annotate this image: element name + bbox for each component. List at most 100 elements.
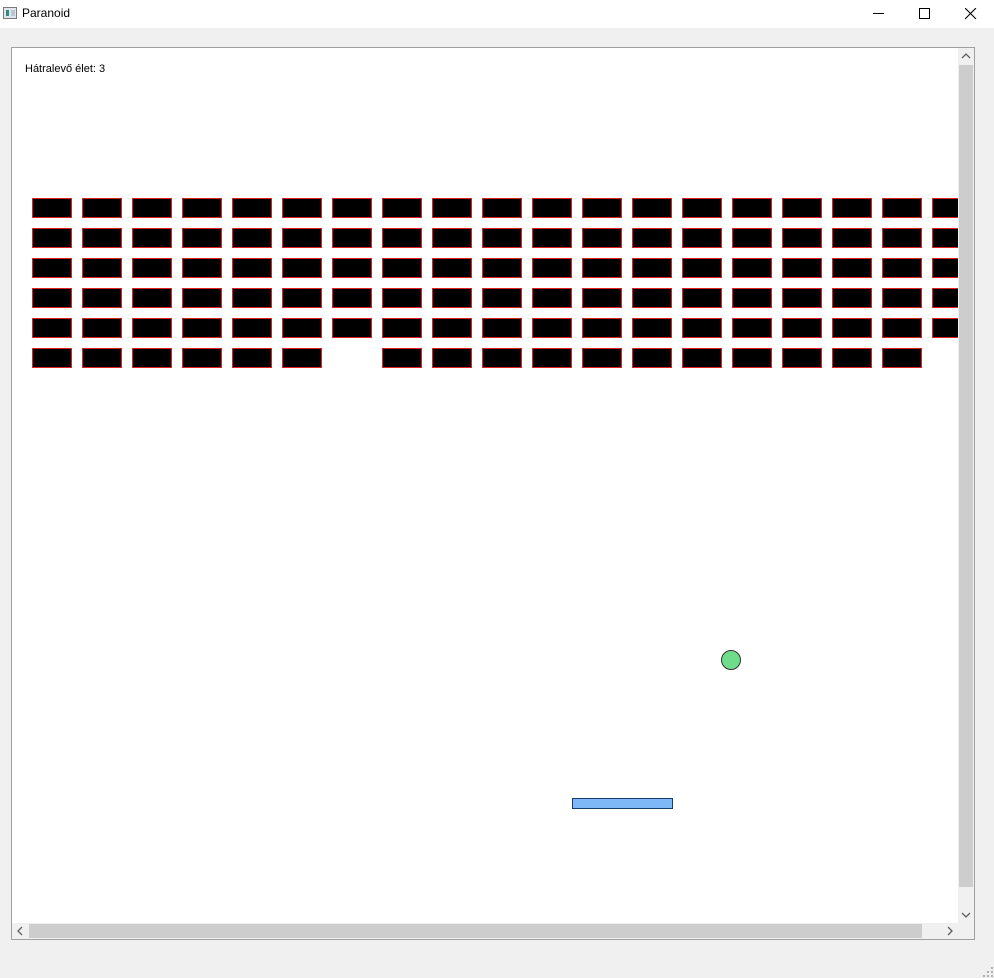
brick — [32, 348, 72, 368]
brick — [182, 228, 222, 248]
brick — [232, 288, 272, 308]
chevron-down-icon — [961, 912, 971, 918]
brick — [232, 228, 272, 248]
brick — [182, 288, 222, 308]
title-bar[interactable]: Paranoid — [0, 0, 994, 28]
brick — [682, 348, 722, 368]
chevron-right-icon — [947, 926, 953, 936]
brick — [832, 228, 872, 248]
close-icon — [965, 8, 977, 20]
brick — [432, 318, 472, 338]
scroll-up-button[interactable] — [958, 48, 974, 64]
brick — [382, 348, 422, 368]
brick — [82, 288, 122, 308]
brick — [282, 288, 322, 308]
minimize-button[interactable] — [856, 0, 902, 28]
brick — [132, 258, 172, 278]
game-viewport[interactable]: Hátralevő élet: 3 — [11, 47, 975, 940]
brick — [82, 228, 122, 248]
horizontal-scrollbar[interactable] — [12, 923, 958, 939]
brick — [32, 258, 72, 278]
brick — [332, 258, 372, 278]
brick — [732, 198, 772, 218]
brick — [382, 258, 422, 278]
brick — [332, 288, 372, 308]
brick — [432, 258, 472, 278]
brick — [932, 258, 958, 278]
brick — [932, 318, 958, 338]
brick — [532, 198, 572, 218]
brick — [32, 318, 72, 338]
brick — [382, 228, 422, 248]
brick — [932, 198, 958, 218]
brick — [482, 258, 522, 278]
brick — [682, 258, 722, 278]
chevron-up-icon — [961, 53, 971, 59]
brick — [582, 258, 622, 278]
close-button[interactable] — [948, 0, 994, 28]
scrollbar-corner — [958, 923, 974, 939]
horizontal-scroll-thumb[interactable] — [29, 924, 922, 938]
maximize-icon — [919, 8, 930, 19]
brick — [832, 318, 872, 338]
paddle[interactable] — [572, 798, 673, 809]
brick — [232, 258, 272, 278]
brick — [282, 348, 322, 368]
app-icon — [3, 7, 17, 19]
brick — [582, 288, 622, 308]
brick — [82, 198, 122, 218]
brick — [532, 318, 572, 338]
brick — [932, 288, 958, 308]
brick — [182, 348, 222, 368]
brick — [332, 228, 372, 248]
brick — [182, 258, 222, 278]
brick — [682, 288, 722, 308]
brick — [882, 198, 922, 218]
brick — [882, 318, 922, 338]
resize-grip-icon[interactable] — [982, 966, 994, 978]
scroll-down-button[interactable] — [958, 907, 974, 923]
brick — [732, 348, 772, 368]
brick — [682, 318, 722, 338]
brick — [232, 348, 272, 368]
brick — [82, 258, 122, 278]
scroll-right-button[interactable] — [942, 923, 958, 939]
game-area[interactable]: Hátralevő élet: 3 — [12, 48, 958, 923]
vertical-scroll-thumb[interactable] — [959, 65, 973, 887]
brick — [832, 198, 872, 218]
brick — [732, 228, 772, 248]
brick — [782, 258, 822, 278]
maximize-button[interactable] — [902, 0, 948, 28]
brick — [132, 288, 172, 308]
brick — [582, 228, 622, 248]
brick — [332, 318, 372, 338]
brick — [32, 198, 72, 218]
window-title: Paranoid — [22, 6, 71, 20]
brick — [632, 288, 672, 308]
brick — [682, 198, 722, 218]
brick — [732, 318, 772, 338]
brick — [632, 198, 672, 218]
brick — [382, 288, 422, 308]
brick — [282, 318, 322, 338]
brick — [182, 198, 222, 218]
brick — [482, 318, 522, 338]
brick — [782, 228, 822, 248]
brick — [132, 198, 172, 218]
brick — [782, 198, 822, 218]
brick — [132, 228, 172, 248]
vertical-scrollbar[interactable] — [958, 48, 974, 923]
minimize-icon — [873, 13, 884, 14]
brick — [832, 288, 872, 308]
brick — [132, 348, 172, 368]
brick — [432, 228, 472, 248]
brick — [782, 288, 822, 308]
ball — [721, 650, 741, 670]
brick — [532, 228, 572, 248]
brick — [882, 348, 922, 368]
scroll-left-button[interactable] — [12, 923, 28, 939]
brick — [282, 228, 322, 248]
chevron-left-icon — [17, 926, 23, 936]
brick — [782, 348, 822, 368]
brick — [682, 228, 722, 248]
